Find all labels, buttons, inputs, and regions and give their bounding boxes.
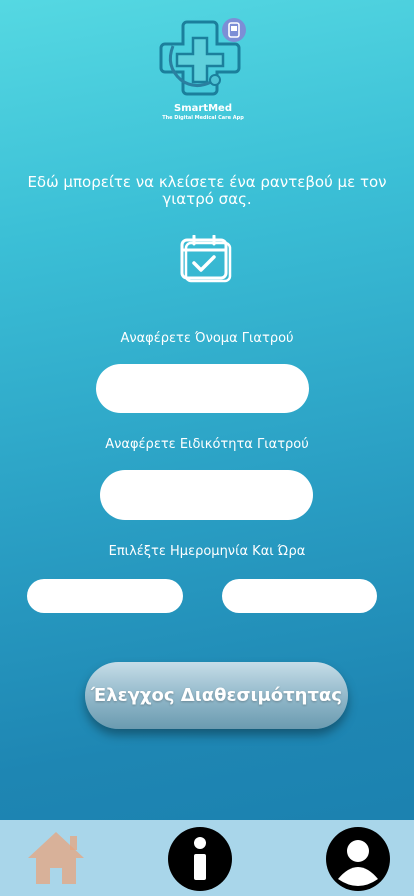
info-icon[interactable] (168, 827, 232, 891)
logo-subtitle: The Digital Medical Care App (162, 115, 244, 121)
home-icon[interactable] (26, 828, 86, 886)
check-availability-button[interactable]: Έλεγχος Διαθεσιμότητας (85, 662, 348, 729)
time-input[interactable] (222, 579, 377, 613)
datetime-label: Επιλέξτε Ημερομηνία Και Ώρα (108, 544, 306, 559)
medical-cross-logo-icon (159, 18, 246, 96)
bottom-nav-bar (0, 820, 414, 896)
calendar-check-icon (180, 235, 232, 283)
logo-title: SmartMed (174, 103, 232, 114)
profile-icon[interactable] (326, 827, 390, 891)
doctor-specialty-label: Αναφέρετε Ειδικότητα Γιατρού (105, 437, 309, 452)
doctor-specialty-input[interactable] (100, 470, 313, 520)
doctor-name-label: Αναφέρετε Όνομα Γιατρού (120, 331, 294, 346)
doctor-name-input[interactable] (96, 364, 309, 413)
date-input[interactable] (27, 579, 183, 613)
app-logo: SmartMed The Digital Medical Care App (155, 16, 251, 126)
intro-text: Εδώ μπορείτε να κλείσετε ένα ραντεβού με… (27, 173, 387, 208)
